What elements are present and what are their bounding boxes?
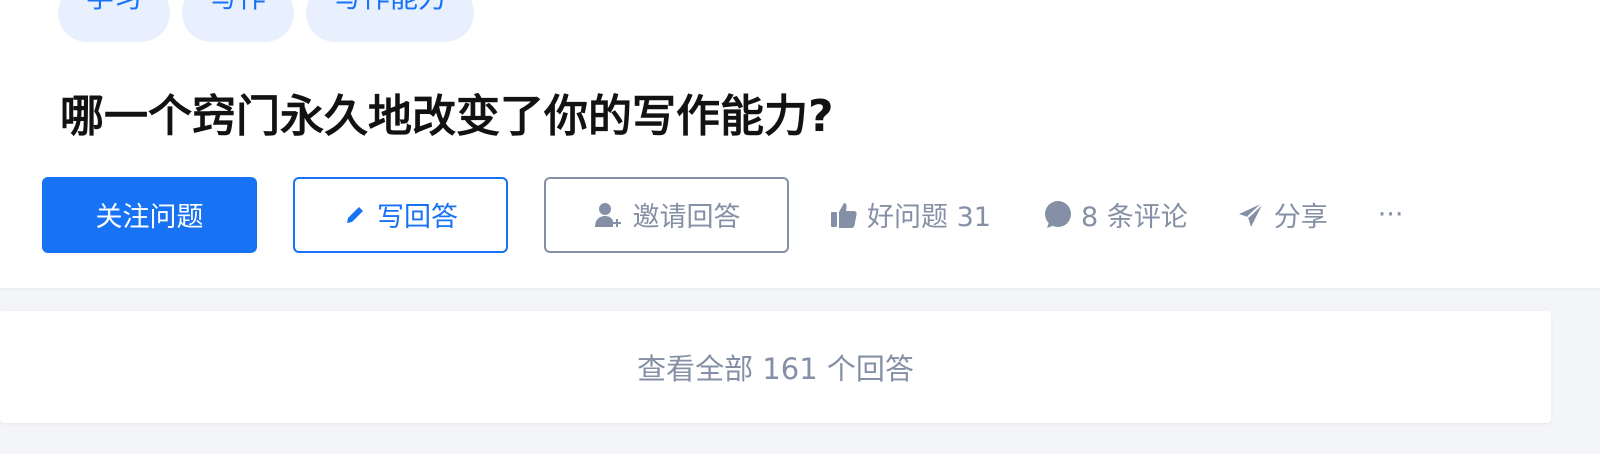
follow-question-button[interactable]: 关注问题 [42,176,257,253]
more-options-button[interactable]: ··· [1378,177,1404,253]
pencil-icon [343,203,367,227]
comments-label: 8 条评论 [1080,202,1188,233]
share-label: 分享 [1273,202,1328,233]
comment-bubble-icon [1043,200,1073,230]
question-header-card: 学习 写作 写作能力 哪一个窍门永久地改变了你的写作能力? 关注问题 写回答 [0,0,1600,288]
paper-plane-icon [1236,200,1266,230]
more-options-label: ··· [1377,199,1404,230]
follow-question-label: 关注问题 [95,202,204,233]
write-answer-label: 写回答 [377,202,458,233]
question-actions: 关注问题 写回答 邀请回答 好问题 31 8 条评论 分享 ··· [42,176,1403,253]
topic-tag-study[interactable]: 学习 [58,0,171,42]
view-all-answers-button[interactable]: 查看全部 161 个回答 [0,311,1551,423]
topic-tag-writing-ability[interactable]: 写作能力 [306,0,475,42]
topic-tag-writing[interactable]: 写作 [182,0,295,42]
share-button[interactable]: 分享 [1236,177,1328,253]
good-question-label: 好问题 31 [867,202,991,233]
topic-tags: 学习 写作 写作能力 [58,0,475,42]
comments-button[interactable]: 8 条评论 [1043,177,1188,253]
thumbs-up-icon [829,200,859,230]
invite-user-icon [593,200,623,230]
write-answer-button[interactable]: 写回答 [293,176,508,253]
good-question-button[interactable]: 好问题 31 [829,177,991,253]
question-title: 哪一个窍门永久地改变了你的写作能力? [60,91,834,142]
invite-answer-label: 邀请回答 [632,202,741,233]
invite-answer-button[interactable]: 邀请回答 [544,176,789,253]
view-all-answers-label: 查看全部 161 个回答 [637,352,914,386]
